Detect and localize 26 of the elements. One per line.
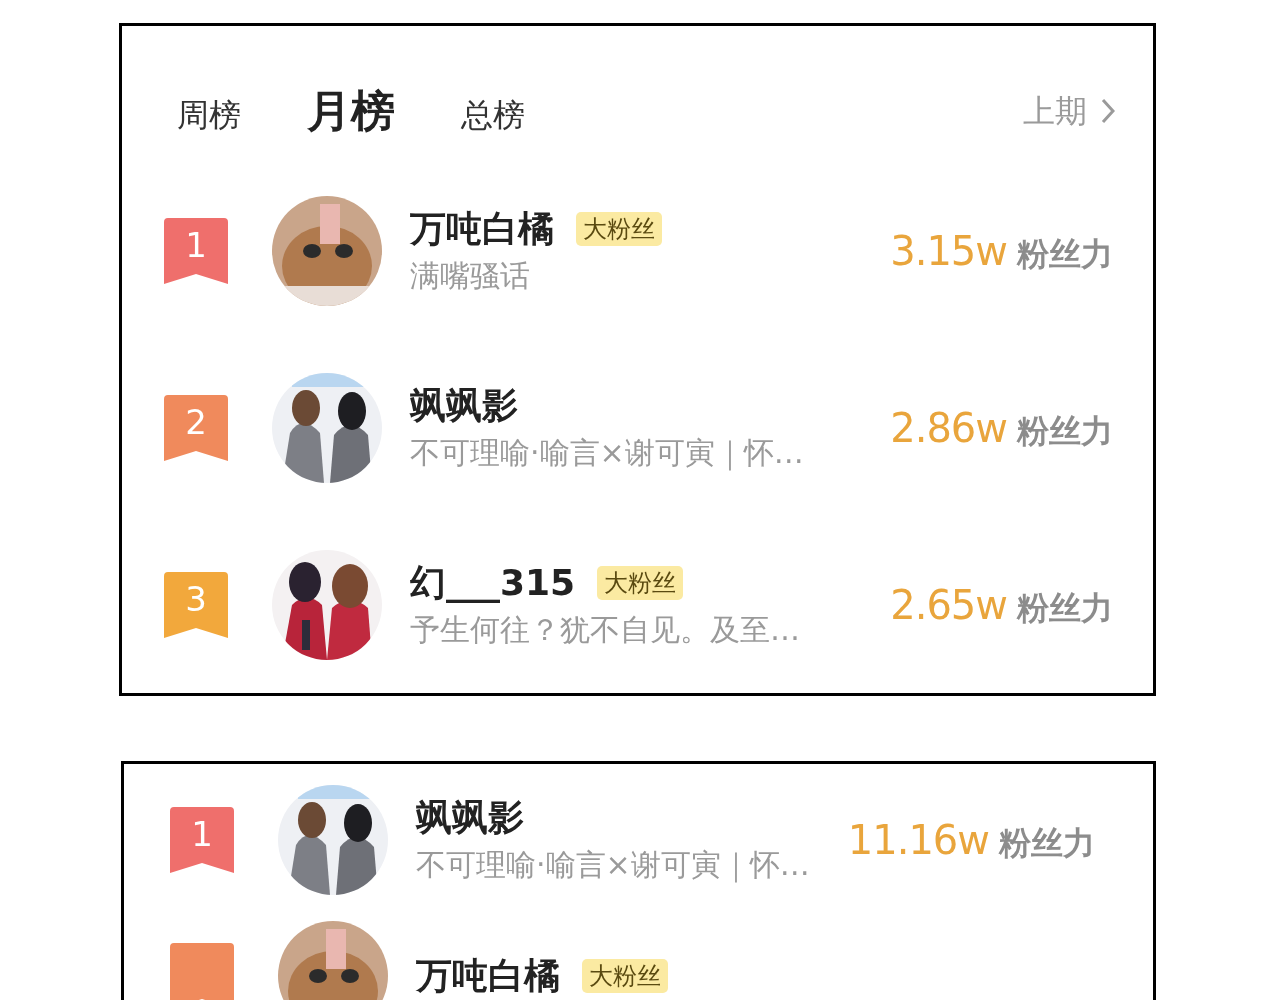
fan-score: 3.15w — [890, 230, 1007, 271]
score-label: 粉丝力 — [999, 827, 1095, 859]
ranking-tab[interactable]: 总榜 — [461, 99, 525, 131]
rank-ribbon: 3 — [164, 571, 228, 638]
fan-score: 2.65w — [890, 584, 1007, 625]
rank-ribbon: 1 — [164, 217, 228, 284]
rank-ribbon: 1 — [170, 807, 234, 873]
user-bio: 满嘴骚话 — [410, 260, 531, 291]
fan-badge: 大粉丝 — [597, 565, 684, 600]
user-name[interactable]: 飒飒影 — [416, 800, 524, 836]
ranking-tab[interactable]: 周榜 — [177, 99, 241, 131]
ranking-tab[interactable]: 月榜 — [307, 89, 395, 133]
chevron-right-icon — [1101, 98, 1115, 124]
user-bio: 予生何往？犹不自见。及至… — [410, 614, 801, 645]
user-name[interactable]: 万吨白橘 — [416, 958, 560, 994]
score-label: 粉丝力 — [1017, 591, 1113, 624]
user-name[interactable]: 飒飒影 — [410, 387, 518, 424]
score-label: 粉丝力 — [1017, 414, 1113, 447]
fan-score: 11.16w — [847, 820, 989, 860]
fan-score: 2.86w — [890, 407, 1007, 448]
fan-badge: 大粉丝 — [582, 959, 668, 993]
fan-badge: 大粉丝 — [576, 211, 662, 246]
user-name[interactable]: 万吨白橘 — [410, 210, 554, 247]
user-name[interactable]: 幻___315 — [410, 564, 576, 601]
score-label: 粉丝力 — [1017, 237, 1113, 270]
rank-ribbon: 2 — [164, 394, 228, 461]
